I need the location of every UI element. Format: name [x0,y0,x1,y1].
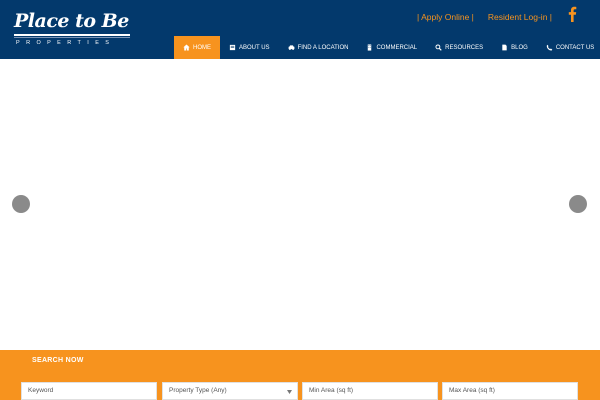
document-icon [502,44,507,51]
logo-subtitle: PROPERTIES [16,40,116,46]
max-area-input[interactable]: Max Area (sq ft) [442,382,578,400]
logo-rule-thin [14,37,130,38]
chevron-down-icon [287,390,292,394]
hero-slider [0,59,600,350]
nav-item-label: HOME [193,44,211,51]
resident-login-link[interactable]: Resident Log-in | [488,12,552,22]
min-area-input[interactable]: Min Area (sq ft) [302,382,438,400]
nav-item-label: BLOG [511,44,528,51]
home-icon [183,44,190,51]
property-type-value: Property Type (Any) [169,387,227,394]
building-icon [368,44,372,51]
facebook-icon[interactable] [566,6,578,22]
nav-item-blog[interactable]: BLOG [492,36,537,59]
nav-item-commercial[interactable]: COMMERCIAL [357,36,426,59]
search-panel: SEARCH NOW Keyword Property Type (Any) M… [0,350,600,400]
nav-item-label: ABOUT US [239,44,270,51]
apply-online-link[interactable]: | Apply Online | [417,12,474,22]
property-type-select[interactable]: Property Type (Any) [162,382,298,400]
book-icon [229,44,236,51]
nav-item-label: CONTACT US [555,44,595,51]
site-logo[interactable]: Place to Be PROPERTIES [14,10,134,50]
chevron-left-icon[interactable] [12,195,30,213]
logo-rule [14,34,130,36]
nav-item-label: FIND A LOCATION [297,44,349,51]
logo-title: Place to Be [14,10,129,32]
top-links: | Apply Online | Resident Log-in | [417,10,552,24]
nav-item-contact-us[interactable]: CONTACT US [537,36,600,59]
main-nav: HOME ABOUT US FIND A LOCATION COMMERCIAL… [174,36,600,59]
search-icon [435,44,442,51]
phone-icon [546,44,553,51]
search-title: SEARCH NOW [32,357,84,364]
chevron-right-icon[interactable] [569,195,587,213]
car-icon [288,45,294,51]
nav-item-about-us[interactable]: ABOUT US [220,36,279,59]
nav-item-find-a-location[interactable]: FIND A LOCATION [279,36,358,59]
nav-item-resources[interactable]: RESOURCES [426,36,492,59]
nav-item-label: COMMERCIAL [376,44,418,51]
keyword-input[interactable]: Keyword [21,382,157,400]
site-header: Place to Be PROPERTIES | Apply Online | … [0,0,600,59]
nav-item-label: RESOURCES [445,44,484,51]
nav-item-home[interactable]: HOME [174,36,220,59]
